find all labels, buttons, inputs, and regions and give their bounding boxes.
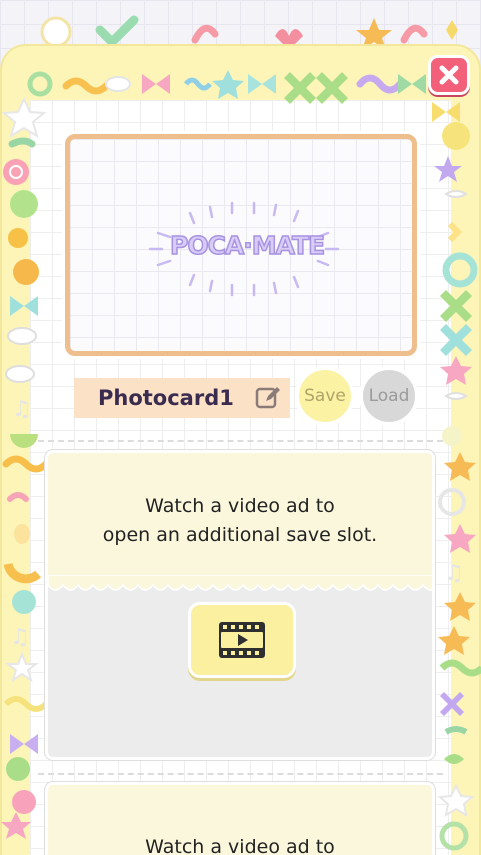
ad-message-line1: Watch a video ad to <box>145 495 335 517</box>
close-button[interactable] <box>428 55 470 95</box>
divider <box>38 773 443 775</box>
close-icon <box>439 65 459 85</box>
save-button[interactable]: Save <box>295 366 355 426</box>
photocard-preview: POCA·MATE <box>65 134 417 356</box>
pencil-icon[interactable] <box>254 384 282 412</box>
ad-save-slot-card: Watch a video ad to open an additional s… <box>45 450 435 760</box>
load-button[interactable]: Load <box>359 366 419 426</box>
divider <box>38 440 443 442</box>
scallop-edge <box>48 575 432 591</box>
film-icon <box>219 622 265 658</box>
ad-message-line1: Watch a video ad to <box>145 836 335 855</box>
slot-name: Photocard1 <box>98 386 234 410</box>
watch-video-ad-button[interactable] <box>188 602 296 678</box>
slot-name-tag: Photocard1 <box>74 378 290 418</box>
ad-message-line2: open an additional save slot. <box>102 524 378 546</box>
ad-save-slot-card: Watch a video ad to <box>45 782 435 855</box>
pocamate-logo: POCA·MATE <box>169 230 326 261</box>
